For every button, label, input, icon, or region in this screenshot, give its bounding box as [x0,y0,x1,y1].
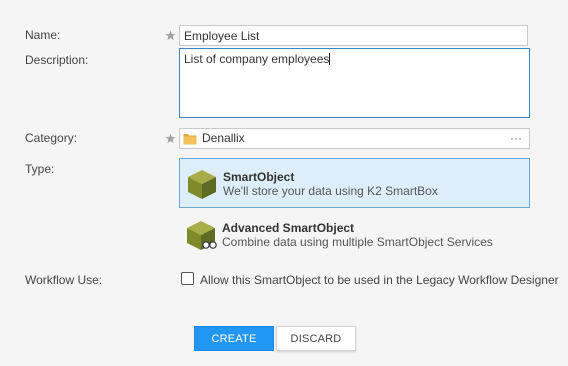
description-textarea[interactable]: List of company employees [179,48,530,118]
description-label: Description: [25,53,89,67]
name-input[interactable]: Employee List [179,25,528,46]
type-title: Advanced SmartObject [222,221,355,235]
type-option-smartobject[interactable]: SmartObject We'll store your data using … [179,158,530,208]
type-option-advanced-smartobject[interactable]: Advanced SmartObject Combine data using … [179,210,530,260]
category-browse-button[interactable]: ··· [510,129,522,147]
category-value: Denallix [202,131,245,145]
legacy-workflow-checkbox-label[interactable]: Allow this SmartObject to be used in the… [200,273,559,287]
name-label: Name: [25,28,61,42]
category-label: Category: [25,131,78,145]
create-smartobject-form: Name: Employee List Description: List of… [0,0,568,366]
discard-button[interactable]: DISCARD [276,326,356,351]
required-star-icon [165,133,176,144]
workflow-use-label: Workflow Use: [25,273,103,287]
type-description: Combine data using multiple SmartObject … [222,235,493,249]
type-title: SmartObject [223,170,295,184]
type-description: We'll store your data using K2 SmartBox [223,184,438,198]
type-label: Type: [25,162,55,176]
create-button[interactable]: CREATE [194,326,274,351]
legacy-workflow-checkbox[interactable] [181,272,194,285]
required-star-icon [165,30,176,41]
text-caret [329,53,331,65]
advanced-smartobject-cube-icon [185,219,217,251]
category-picker[interactable]: Denallix ··· [179,128,530,149]
description-text: List of company employees [184,52,330,66]
smartobject-cube-icon [186,168,218,200]
folder-icon [183,132,197,145]
